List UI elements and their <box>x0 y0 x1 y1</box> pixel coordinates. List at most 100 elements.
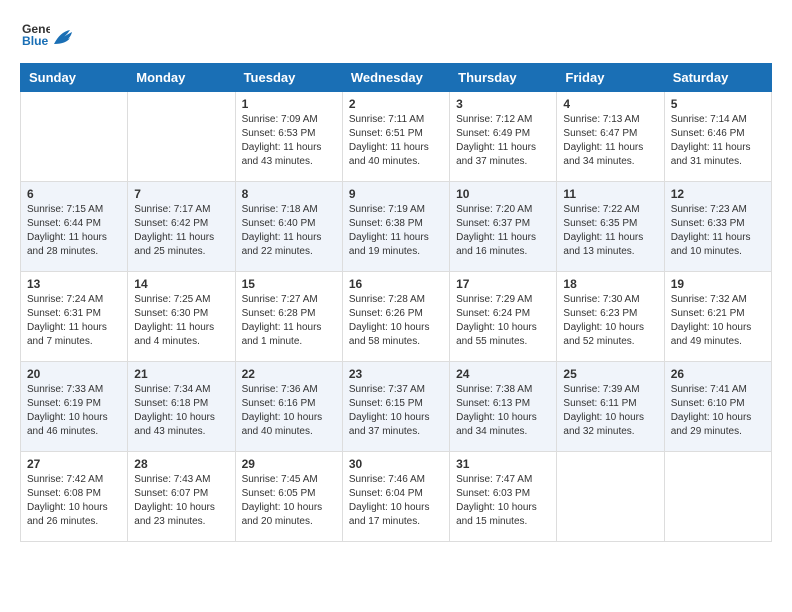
svg-text:Blue: Blue <box>22 34 49 48</box>
day-number: 8 <box>242 187 336 201</box>
day-number: 13 <box>27 277 121 291</box>
day-number: 14 <box>134 277 228 291</box>
calendar-table: SundayMondayTuesdayWednesdayThursdayFrid… <box>20 63 772 542</box>
day-of-week-header: Tuesday <box>235 64 342 92</box>
day-info: Sunrise: 7:11 AMSunset: 6:51 PMDaylight:… <box>349 113 443 169</box>
day-info: Sunrise: 7:47 AMSunset: 6:03 PMDaylight:… <box>456 473 550 529</box>
day-number: 7 <box>134 187 228 201</box>
calendar-cell: 17Sunrise: 7:29 AMSunset: 6:24 PMDayligh… <box>450 272 557 362</box>
day-info: Sunrise: 7:15 AMSunset: 6:44 PMDaylight:… <box>27 203 121 259</box>
calendar-cell: 5 Sunrise: 7:14 AMSunset: 6:46 PMDaylight… <box>664 92 771 182</box>
calendar-cell: 28 Sunrise: 7:43 AMSunset: 6:07 PMDayligh… <box>128 452 235 542</box>
day-info: Sunrise: 7:38 AMSunset: 6:13 PMDaylight:… <box>456 383 550 439</box>
day-info: Sunrise: 7:43 AMSunset: 6:07 PMDaylight:… <box>134 473 228 529</box>
calendar-cell: 22Sunrise: 7:36 AMSunset: 6:16 PMDayligh… <box>235 362 342 452</box>
day-number: 25 <box>563 367 657 381</box>
day-info: Sunrise: 7:39 AMSunset: 6:11 PMDaylight:… <box>563 383 657 439</box>
calendar-cell: 10Sunrise: 7:20 AMSunset: 6:37 PMDayligh… <box>450 182 557 272</box>
day-number: 18 <box>563 277 657 291</box>
day-number: 31 <box>456 457 550 471</box>
day-info: Sunrise: 7:14 AMSunset: 6:46 PMDaylight:… <box>671 113 765 169</box>
day-number: 23 <box>349 367 443 381</box>
calendar-cell: 29Sunrise: 7:45 AMSunset: 6:05 PMDayligh… <box>235 452 342 542</box>
day-number: 20 <box>27 367 121 381</box>
logo-icon: General Blue <box>22 20 50 48</box>
day-info: Sunrise: 7:27 AMSunset: 6:28 PMDaylight:… <box>242 293 336 349</box>
calendar-cell: 6Sunrise: 7:15 AMSunset: 6:44 PMDaylight… <box>21 182 128 272</box>
day-number: 4 <box>563 97 657 111</box>
day-number: 27 <box>27 457 121 471</box>
day-number: 19 <box>671 277 765 291</box>
day-info: Sunrise: 7:18 AMSunset: 6:40 PMDaylight:… <box>242 203 336 259</box>
day-info: Sunrise: 7:09 AMSunset: 6:53 PMDaylight:… <box>242 113 336 169</box>
day-number: 22 <box>242 367 336 381</box>
day-info: Sunrise: 7:46 AMSunset: 6:04 PMDaylight:… <box>349 473 443 529</box>
day-info: Sunrise: 7:17 AMSunset: 6:42 PMDaylight:… <box>134 203 228 259</box>
calendar-week-row: 20 Sunrise: 7:33 AMSunset: 6:19 PMDayligh… <box>21 362 772 452</box>
day-info: Sunrise: 7:22 AMSunset: 6:35 PMDaylight:… <box>563 203 657 259</box>
calendar-cell <box>664 452 771 542</box>
calendar-cell: 1 Sunrise: 7:09 AMSunset: 6:53 PMDaylight… <box>235 92 342 182</box>
calendar-cell: 26Sunrise: 7:41 AMSunset: 6:10 PMDayligh… <box>664 362 771 452</box>
day-number: 12 <box>671 187 765 201</box>
calendar-cell: 23 Sunrise: 7:37 AMSunset: 6:15 PMDayligh… <box>342 362 449 452</box>
day-number: 24 <box>456 367 550 381</box>
calendar-cell <box>21 92 128 182</box>
day-of-week-header: Sunday <box>21 64 128 92</box>
day-number: 15 <box>242 277 336 291</box>
day-number: 5 <box>671 97 765 111</box>
day-number: 21 <box>134 367 228 381</box>
calendar-week-row: 13 Sunrise: 7:24 AMSunset: 6:31 PMDayligh… <box>21 272 772 362</box>
day-info: Sunrise: 7:34 AMSunset: 6:18 PMDaylight:… <box>134 383 228 439</box>
calendar-header-row: SundayMondayTuesdayWednesdayThursdayFrid… <box>21 64 772 92</box>
day-info: Sunrise: 7:32 AMSunset: 6:21 PMDaylight:… <box>671 293 765 349</box>
calendar-cell: 27 Sunrise: 7:42 AMSunset: 6:08 PMDayligh… <box>21 452 128 542</box>
calendar-cell: 12 Sunrise: 7:23 AMSunset: 6:33 PMDayligh… <box>664 182 771 272</box>
day-number: 9 <box>349 187 443 201</box>
calendar-cell: 3 Sunrise: 7:12 AMSunset: 6:49 PMDaylight… <box>450 92 557 182</box>
day-info: Sunrise: 7:30 AMSunset: 6:23 PMDaylight:… <box>563 293 657 349</box>
calendar-week-row: 1 Sunrise: 7:09 AMSunset: 6:53 PMDaylight… <box>21 92 772 182</box>
calendar-cell: 4 Sunrise: 7:13 AMSunset: 6:47 PMDaylight… <box>557 92 664 182</box>
page-header: General Blue <box>20 20 772 53</box>
calendar-cell: 20 Sunrise: 7:33 AMSunset: 6:19 PMDayligh… <box>21 362 128 452</box>
calendar-cell: 31 Sunrise: 7:47 AMSunset: 6:03 PMDayligh… <box>450 452 557 542</box>
logo-bird-icon <box>52 26 74 48</box>
calendar-cell: 9 Sunrise: 7:19 AMSunset: 6:38 PMDaylight… <box>342 182 449 272</box>
day-info: Sunrise: 7:28 AMSunset: 6:26 PMDaylight:… <box>349 293 443 349</box>
day-of-week-header: Friday <box>557 64 664 92</box>
day-number: 30 <box>349 457 443 471</box>
day-of-week-header: Wednesday <box>342 64 449 92</box>
calendar-cell: 18 Sunrise: 7:30 AMSunset: 6:23 PMDayligh… <box>557 272 664 362</box>
day-info: Sunrise: 7:13 AMSunset: 6:47 PMDaylight:… <box>563 113 657 169</box>
day-info: Sunrise: 7:19 AMSunset: 6:38 PMDaylight:… <box>349 203 443 259</box>
day-number: 11 <box>563 187 657 201</box>
calendar-cell: 21 Sunrise: 7:34 AMSunset: 6:18 PMDayligh… <box>128 362 235 452</box>
day-info: Sunrise: 7:29 AMSunset: 6:24 PMDaylight:… <box>456 293 550 349</box>
day-number: 1 <box>242 97 336 111</box>
day-info: Sunrise: 7:25 AMSunset: 6:30 PMDaylight:… <box>134 293 228 349</box>
day-number: 26 <box>671 367 765 381</box>
day-info: Sunrise: 7:24 AMSunset: 6:31 PMDaylight:… <box>27 293 121 349</box>
day-info: Sunrise: 7:37 AMSunset: 6:15 PMDaylight:… <box>349 383 443 439</box>
calendar-cell <box>128 92 235 182</box>
calendar-cell: 19 Sunrise: 7:32 AMSunset: 6:21 PMDayligh… <box>664 272 771 362</box>
day-number: 3 <box>456 97 550 111</box>
day-of-week-header: Monday <box>128 64 235 92</box>
day-info: Sunrise: 7:12 AMSunset: 6:49 PMDaylight:… <box>456 113 550 169</box>
calendar-cell: 8 Sunrise: 7:18 AMSunset: 6:40 PMDaylight… <box>235 182 342 272</box>
day-of-week-header: Saturday <box>664 64 771 92</box>
calendar-cell <box>557 452 664 542</box>
calendar-cell: 25 Sunrise: 7:39 AMSunset: 6:11 PMDayligh… <box>557 362 664 452</box>
day-number: 16 <box>349 277 443 291</box>
day-info: Sunrise: 7:23 AMSunset: 6:33 PMDaylight:… <box>671 203 765 259</box>
calendar-cell: 7 Sunrise: 7:17 AMSunset: 6:42 PMDaylight… <box>128 182 235 272</box>
day-info: Sunrise: 7:42 AMSunset: 6:08 PMDaylight:… <box>27 473 121 529</box>
day-number: 28 <box>134 457 228 471</box>
day-of-week-header: Thursday <box>450 64 557 92</box>
day-info: Sunrise: 7:33 AMSunset: 6:19 PMDaylight:… <box>27 383 121 439</box>
calendar-week-row: 27 Sunrise: 7:42 AMSunset: 6:08 PMDayligh… <box>21 452 772 542</box>
logo: General Blue <box>20 20 74 53</box>
calendar-cell: 30 Sunrise: 7:46 AMSunset: 6:04 PMDayligh… <box>342 452 449 542</box>
calendar-cell: 2Sunrise: 7:11 AMSunset: 6:51 PMDaylight… <box>342 92 449 182</box>
